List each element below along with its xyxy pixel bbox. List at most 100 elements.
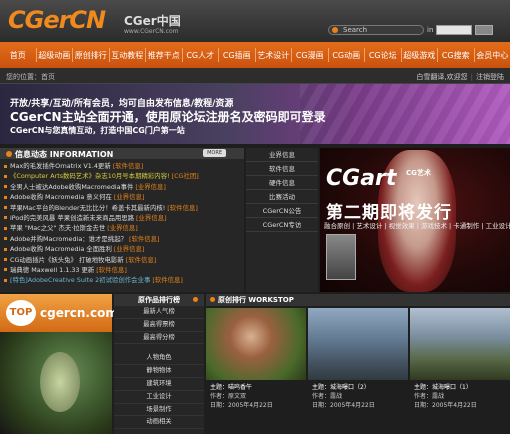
- news-item-text[interactable]: [特色]AdobeCreative Suite 2初试验创作会业事: [10, 276, 150, 284]
- logo-url-text: www.CGerCN.com: [124, 28, 179, 35]
- news-item[interactable]: Max的毛发插件Ornatrix V1.4更新 [软件信息]: [4, 161, 242, 171]
- search-bar: Search in: [328, 24, 494, 35]
- news-item-tag[interactable]: [软件信息]: [126, 256, 157, 264]
- nav-item[interactable]: CG论坛: [365, 50, 401, 61]
- news-item[interactable]: 全男人士被达Adobe收购Macromedia事件 [业界信息]: [4, 182, 242, 192]
- nav-item[interactable]: CG搜索: [438, 50, 474, 61]
- news-item-tag[interactable]: [软件信息]: [152, 276, 183, 284]
- news-item-text[interactable]: Adobe收购 Macromedia 意义何在: [10, 193, 112, 201]
- news-header: 信息动态 INFORMATION MORE: [0, 148, 244, 159]
- top-logo-banner[interactable]: TOP cgercn.com: [0, 294, 118, 332]
- category-link[interactable]: 比赛活动: [246, 190, 318, 204]
- news-item[interactable]: Adobe收购 Macromedia 意义何在 [业界信息]: [4, 192, 242, 202]
- ranking-item[interactable]: 静物物体: [114, 365, 204, 378]
- news-item[interactable]: 《Computer Arts数码艺术》杂志10月号本期精彩内容! [CG社团]: [4, 171, 242, 181]
- news-item-tag[interactable]: [业界信息]: [107, 224, 138, 232]
- news-item[interactable]: 苹果 "Mac之父" 杰夫·拉斯金去世 [业界信息]: [4, 223, 242, 233]
- ranking-item[interactable]: 建筑环境: [114, 378, 204, 391]
- top-site-name: cgercn.com: [40, 306, 118, 320]
- work-thumbnail[interactable]: [206, 308, 306, 380]
- news-item[interactable]: Adobe并购Macromedia：谁才是挑起？ [软件信息]: [4, 234, 242, 244]
- search-button[interactable]: [475, 24, 494, 35]
- top-badge: TOP: [6, 300, 36, 326]
- news-item-tag[interactable]: [业界信息]: [114, 245, 145, 253]
- ranking-item[interactable]: 人物角色: [114, 352, 204, 366]
- work-title[interactable]: 主题：城海曝口（2）: [312, 383, 408, 392]
- news-item-text[interactable]: Adobe收购 Macromedia 全面胜利: [10, 245, 112, 253]
- news-item-text[interactable]: 苹果Mac平台的Blender无比比分！希盖卡其最新内核!: [10, 204, 165, 212]
- news-item-tag[interactable]: [软件信息]: [129, 235, 160, 243]
- news-item[interactable]: CG动画插片《妖头兔》 打破地牧电影新 [软件信息]: [4, 255, 242, 265]
- category-link[interactable]: 硬件信息: [246, 176, 318, 190]
- work-info: 主题：喵呜香午 作者：原文双 日期：2005年4月22日: [206, 383, 306, 410]
- nav-item[interactable]: CG人才: [183, 50, 219, 61]
- nav-item[interactable]: 推荐干点: [146, 50, 182, 61]
- nav-item[interactable]: 会员中心: [475, 50, 510, 61]
- news-item[interactable]: [特色]AdobeCreative Suite 2初试验创作会业事 [软件信息]: [4, 275, 242, 285]
- news-item-text[interactable]: Max的毛发插件Ornatrix V1.4更新: [10, 162, 111, 170]
- nav-item[interactable]: CG插画: [219, 50, 255, 61]
- work-info: 主题：城海曝口（2） 作者：露战 日期：2005年4月22日: [308, 383, 408, 410]
- magazine-tagline: 融合原创 | 艺术设计 | 视觉效果 | 游戏技术 | 卡通制作 | 工业设计: [324, 222, 510, 230]
- news-item-text[interactable]: CG动画插片《妖头兔》 打破地牧电影新: [10, 256, 124, 264]
- ranking-item[interactable]: 动画相关: [114, 416, 204, 430]
- work-thumbnail[interactable]: [410, 308, 510, 380]
- work-card[interactable]: 主题：城海曝口（2） 作者：露战 日期：2005年4月22日: [308, 308, 408, 434]
- work-card[interactable]: 主题：喵呜香午 作者：原文双 日期：2005年4月22日: [206, 308, 306, 434]
- nav-item[interactable]: 艺术设计: [256, 50, 292, 61]
- magazine-logo-sub: CG艺术: [406, 169, 431, 177]
- work-title[interactable]: 主题：喵呜香午: [210, 383, 306, 392]
- magazine-cover-thumb: [326, 234, 356, 280]
- logout-link[interactable]: 注销登陆: [476, 73, 504, 81]
- work-date: 日期：2005年4月22日: [210, 402, 273, 409]
- news-item-tag[interactable]: [软件信息]: [96, 266, 127, 274]
- news-item-tag[interactable]: [业界信息]: [114, 193, 145, 201]
- ranking-item[interactable]: 工业设计: [114, 391, 204, 404]
- ranking-item[interactable]: 最高得票榜: [114, 319, 204, 332]
- ranking-item[interactable]: 最高得分榜: [114, 332, 204, 345]
- work-title[interactable]: 主题：城海曝口（1）: [414, 383, 510, 392]
- news-item[interactable]: iPod的完美风暴 苹果创造新未来商品用思路 [业界信息]: [4, 213, 242, 223]
- news-item-text[interactable]: Adobe并购Macromedia：谁才是挑起？: [10, 235, 127, 243]
- more-button[interactable]: MORE: [203, 149, 226, 157]
- bottom-section: TOP cgercn.com 原作品排行榜 最新人气榜 最高得票榜 最高得分榜 人物…: [0, 294, 510, 434]
- magazine-ad[interactable]: CGart CG艺术 第二期即将发行 融合原创 | 艺术设计 | 视觉效果 | …: [320, 148, 510, 292]
- nav-item[interactable]: 原创排行: [73, 50, 109, 61]
- category-link[interactable]: CGerCN公告: [246, 204, 318, 218]
- news-item-text[interactable]: 苹果 "Mac之父" 杰夫·拉斯金去世: [10, 224, 105, 232]
- news-item-text[interactable]: 《Computer Arts数码艺术》杂志10月号本期精彩内容!: [10, 172, 170, 180]
- news-item-tag[interactable]: [软件信息]: [113, 162, 144, 170]
- site-logo[interactable]: CGerCN CGer中国 www.CGerCN.com: [8, 4, 188, 38]
- news-item-tag[interactable]: [CG社团]: [172, 172, 199, 180]
- welcome-link[interactable]: 白雪翻译,欢迎您: [416, 73, 467, 81]
- news-item[interactable]: 苹果Mac平台的Blender无比比分！希盖卡其最新内核! [软件信息]: [4, 203, 242, 213]
- category-link[interactable]: 业界信息: [246, 148, 318, 162]
- nav-item[interactable]: CG动画: [329, 50, 365, 61]
- news-item-tag[interactable]: [业界信息]: [135, 183, 166, 191]
- category-link[interactable]: 软件信息: [246, 162, 318, 176]
- work-thumbnail[interactable]: [308, 308, 408, 380]
- nav-item[interactable]: 首页: [0, 50, 36, 61]
- news-item-text[interactable]: 全男人士被达Adobe收购Macromedia事件: [10, 183, 133, 191]
- ranking-item[interactable]: 最新人气榜: [114, 306, 204, 319]
- works-panel: 原创排行 WORKSTOP 主题：喵呜香午 作者：原文双 日期：2005年4月2…: [206, 294, 510, 434]
- promo-banner[interactable]: 开放/共享/互动/所有会员，均可自由发布信息/教程/资源 CGerCN主站全面开…: [0, 84, 510, 144]
- news-item-tag[interactable]: [软件信息]: [167, 204, 198, 212]
- news-item-tag[interactable]: [业界信息]: [136, 214, 167, 222]
- magazine-logo: CGart: [326, 166, 397, 191]
- nav-item[interactable]: CG漫画: [292, 50, 328, 61]
- featured-artwork[interactable]: [0, 332, 112, 434]
- search-scope-select[interactable]: [436, 24, 473, 35]
- category-link[interactable]: CGerCN专访: [246, 218, 318, 232]
- work-card[interactable]: 主题：城海曝口（1） 作者：露战 日期：2005年4月22日: [410, 308, 510, 434]
- nav-item[interactable]: 超级动画: [37, 50, 73, 61]
- news-item-text[interactable]: 瑞典德 Maxwell 1.1.33 更新: [10, 266, 94, 274]
- news-item[interactable]: 瑞典德 Maxwell 1.1.33 更新 [软件信息]: [4, 265, 242, 275]
- nav-item[interactable]: 超级游戏: [402, 50, 438, 61]
- category-links: 业界信息 软件信息 硬件信息 比赛活动 CGerCN公告 CGerCN专访: [246, 148, 318, 292]
- ranking-item[interactable]: 场景制作: [114, 404, 204, 417]
- news-item-text[interactable]: iPod的完美风暴 苹果创造新未来商品用思路: [10, 214, 134, 222]
- news-item[interactable]: Adobe收购 Macromedia 全面胜利 [业界信息]: [4, 244, 242, 254]
- nav-item[interactable]: 互动教程: [110, 50, 146, 61]
- search-input[interactable]: Search: [328, 24, 424, 35]
